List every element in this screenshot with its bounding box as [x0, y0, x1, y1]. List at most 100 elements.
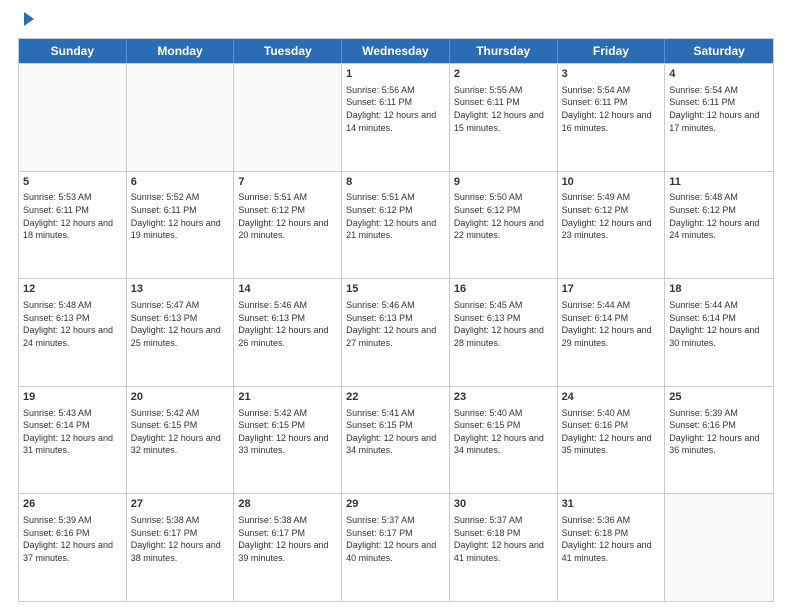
header-cell-saturday: Saturday — [665, 39, 773, 63]
calendar-cell: 16Sunrise: 5:45 AM Sunset: 6:13 PM Dayli… — [450, 279, 558, 386]
day-info: Sunrise: 5:52 AM Sunset: 6:11 PM Dayligh… — [131, 191, 230, 241]
day-info: Sunrise: 5:38 AM Sunset: 6:17 PM Dayligh… — [238, 514, 337, 564]
day-number: 26 — [23, 497, 122, 512]
calendar-cell — [665, 494, 773, 601]
calendar-cell: 5Sunrise: 5:53 AM Sunset: 6:11 PM Daylig… — [19, 172, 127, 279]
day-number: 3 — [562, 67, 661, 82]
day-info: Sunrise: 5:40 AM Sunset: 6:16 PM Dayligh… — [562, 407, 661, 457]
calendar-cell: 6Sunrise: 5:52 AM Sunset: 6:11 PM Daylig… — [127, 172, 235, 279]
calendar-header-row: SundayMondayTuesdayWednesdayThursdayFrid… — [19, 39, 773, 63]
calendar-row-1: 5Sunrise: 5:53 AM Sunset: 6:11 PM Daylig… — [19, 171, 773, 279]
day-info: Sunrise: 5:39 AM Sunset: 6:16 PM Dayligh… — [669, 407, 769, 457]
calendar-cell: 28 Sunrise: 5:38 AM Sunset: 6:17 PM Dayli… — [234, 494, 342, 601]
calendar-cell: 13 Sunrise: 5:47 AM Sunset: 6:13 PM Dayli… — [127, 279, 235, 386]
day-number: 31 — [562, 497, 661, 512]
calendar-row-3: 19 Sunrise: 5:43 AM Sunset: 6:14 PM Dayli… — [19, 386, 773, 494]
calendar-cell: 2 Sunrise: 5:55 AM Sunset: 6:11 PM Daylig… — [450, 64, 558, 171]
day-number: 9 — [454, 175, 553, 190]
day-number: 5 — [23, 175, 122, 190]
calendar: SundayMondayTuesdayWednesdayThursdayFrid… — [18, 38, 774, 602]
calendar-cell: 23 Sunrise: 5:40 AM Sunset: 6:15 PM Dayli… — [450, 387, 558, 494]
day-info: Sunrise: 5:38 AM Sunset: 6:17 PM Dayligh… — [131, 514, 230, 564]
day-info: Sunrise: 5:51 AM Sunset: 6:12 PM Dayligh… — [346, 191, 445, 241]
calendar-cell: 3 Sunrise: 5:54 AM Sunset: 6:11 PM Daylig… — [558, 64, 666, 171]
page: SundayMondayTuesdayWednesdayThursdayFrid… — [0, 0, 792, 612]
calendar-cell — [127, 64, 235, 171]
calendar-cell: 21 Sunrise: 5:42 AM Sunset: 6:15 PM Dayli… — [234, 387, 342, 494]
calendar-row-4: 26 Sunrise: 5:39 AM Sunset: 6:16 PM Dayli… — [19, 493, 773, 601]
calendar-cell: 25 Sunrise: 5:39 AM Sunset: 6:16 PM Dayli… — [665, 387, 773, 494]
day-number: 17 — [562, 282, 661, 297]
day-number: 23 — [454, 390, 553, 405]
day-info: Sunrise: 5:37 AM Sunset: 6:18 PM Dayligh… — [454, 514, 553, 564]
day-number: 11 — [669, 175, 769, 190]
calendar-cell: 11Sunrise: 5:48 AM Sunset: 6:12 PM Dayli… — [665, 172, 773, 279]
header-cell-thursday: Thursday — [450, 39, 558, 63]
header-cell-monday: Monday — [127, 39, 235, 63]
day-number: 29 — [346, 497, 445, 512]
calendar-cell — [234, 64, 342, 171]
calendar-cell: 8Sunrise: 5:51 AM Sunset: 6:12 PM Daylig… — [342, 172, 450, 279]
calendar-cell: 15 Sunrise: 5:46 AM Sunset: 6:13 PM Dayli… — [342, 279, 450, 386]
day-number: 12 — [23, 282, 122, 297]
calendar-cell: 4Sunrise: 5:54 AM Sunset: 6:11 PM Daylig… — [665, 64, 773, 171]
day-number: 25 — [669, 390, 769, 405]
day-info: Sunrise: 5:46 AM Sunset: 6:13 PM Dayligh… — [346, 299, 445, 349]
day-number: 7 — [238, 175, 337, 190]
day-number: 21 — [238, 390, 337, 405]
day-info: Sunrise: 5:37 AM Sunset: 6:17 PM Dayligh… — [346, 514, 445, 564]
day-number: 24 — [562, 390, 661, 405]
day-info: Sunrise: 5:55 AM Sunset: 6:11 PM Dayligh… — [454, 84, 553, 134]
calendar-body: 1 Sunrise: 5:56 AM Sunset: 6:11 PM Daylig… — [19, 63, 773, 601]
day-info: Sunrise: 5:42 AM Sunset: 6:15 PM Dayligh… — [238, 407, 337, 457]
day-info: Sunrise: 5:44 AM Sunset: 6:14 PM Dayligh… — [562, 299, 661, 349]
header-cell-friday: Friday — [558, 39, 666, 63]
calendar-cell: 9Sunrise: 5:50 AM Sunset: 6:12 PM Daylig… — [450, 172, 558, 279]
calendar-cell — [19, 64, 127, 171]
day-number: 2 — [454, 67, 553, 82]
header-cell-wednesday: Wednesday — [342, 39, 450, 63]
day-number: 28 — [238, 497, 337, 512]
day-info: Sunrise: 5:42 AM Sunset: 6:15 PM Dayligh… — [131, 407, 230, 457]
day-number: 13 — [131, 282, 230, 297]
calendar-cell: 19 Sunrise: 5:43 AM Sunset: 6:14 PM Dayli… — [19, 387, 127, 494]
day-number: 6 — [131, 175, 230, 190]
calendar-cell: 22Sunrise: 5:41 AM Sunset: 6:15 PM Dayli… — [342, 387, 450, 494]
day-info: Sunrise: 5:44 AM Sunset: 6:14 PM Dayligh… — [669, 299, 769, 349]
calendar-cell: 26 Sunrise: 5:39 AM Sunset: 6:16 PM Dayli… — [19, 494, 127, 601]
day-info: Sunrise: 5:46 AM Sunset: 6:13 PM Dayligh… — [238, 299, 337, 349]
header-cell-tuesday: Tuesday — [234, 39, 342, 63]
day-info: Sunrise: 5:48 AM Sunset: 6:12 PM Dayligh… — [669, 191, 769, 241]
day-number: 19 — [23, 390, 122, 405]
day-number: 14 — [238, 282, 337, 297]
day-number: 20 — [131, 390, 230, 405]
day-info: Sunrise: 5:51 AM Sunset: 6:12 PM Dayligh… — [238, 191, 337, 241]
calendar-cell: 27 Sunrise: 5:38 AM Sunset: 6:17 PM Dayli… — [127, 494, 235, 601]
logo-icon — [20, 10, 38, 28]
header — [18, 10, 774, 30]
day-info: Sunrise: 5:56 AM Sunset: 6:11 PM Dayligh… — [346, 84, 445, 134]
calendar-cell: 29 Sunrise: 5:37 AM Sunset: 6:17 PM Dayli… — [342, 494, 450, 601]
day-info: Sunrise: 5:54 AM Sunset: 6:11 PM Dayligh… — [562, 84, 661, 134]
day-info: Sunrise: 5:54 AM Sunset: 6:11 PM Dayligh… — [669, 84, 769, 134]
day-number: 18 — [669, 282, 769, 297]
day-number: 27 — [131, 497, 230, 512]
day-info: Sunrise: 5:40 AM Sunset: 6:15 PM Dayligh… — [454, 407, 553, 457]
day-info: Sunrise: 5:39 AM Sunset: 6:16 PM Dayligh… — [23, 514, 122, 564]
day-number: 15 — [346, 282, 445, 297]
day-info: Sunrise: 5:43 AM Sunset: 6:14 PM Dayligh… — [23, 407, 122, 457]
calendar-cell: 10Sunrise: 5:49 AM Sunset: 6:12 PM Dayli… — [558, 172, 666, 279]
day-number: 1 — [346, 67, 445, 82]
calendar-cell: 14 Sunrise: 5:46 AM Sunset: 6:13 PM Dayli… — [234, 279, 342, 386]
day-info: Sunrise: 5:41 AM Sunset: 6:15 PM Dayligh… — [346, 407, 445, 457]
calendar-cell: 12Sunrise: 5:48 AM Sunset: 6:13 PM Dayli… — [19, 279, 127, 386]
calendar-cell: 24 Sunrise: 5:40 AM Sunset: 6:16 PM Dayli… — [558, 387, 666, 494]
day-info: Sunrise: 5:45 AM Sunset: 6:13 PM Dayligh… — [454, 299, 553, 349]
day-info: Sunrise: 5:36 AM Sunset: 6:18 PM Dayligh… — [562, 514, 661, 564]
calendar-cell: 1 Sunrise: 5:56 AM Sunset: 6:11 PM Daylig… — [342, 64, 450, 171]
day-info: Sunrise: 5:53 AM Sunset: 6:11 PM Dayligh… — [23, 191, 122, 241]
day-info: Sunrise: 5:47 AM Sunset: 6:13 PM Dayligh… — [131, 299, 230, 349]
logo — [18, 10, 38, 30]
header-cell-sunday: Sunday — [19, 39, 127, 63]
day-number: 30 — [454, 497, 553, 512]
